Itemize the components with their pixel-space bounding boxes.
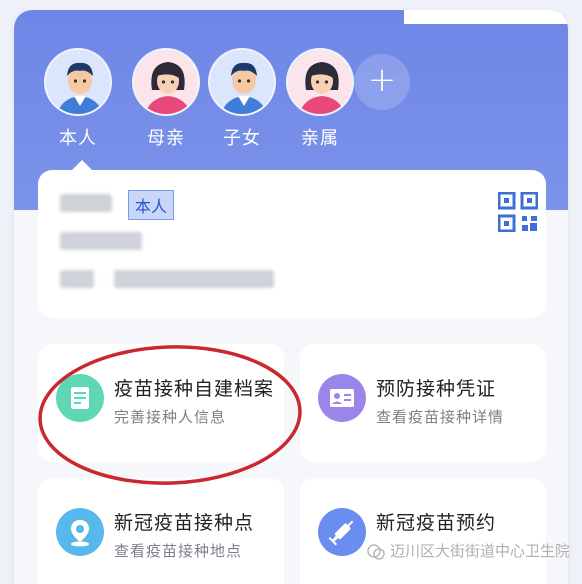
- member-label: 子女: [223, 128, 261, 149]
- member-selector: 本人 母亲 子女 亲属 +: [42, 48, 562, 158]
- member-mother[interactable]: 母亲: [130, 48, 202, 149]
- redacted-id: [60, 232, 142, 250]
- male-avatar-icon: [208, 48, 276, 116]
- member-info-card: 本人: [38, 170, 546, 318]
- tile-title: 新冠疫苗接种点: [114, 512, 255, 534]
- member-children[interactable]: 子女: [206, 48, 278, 149]
- qr-code-icon[interactable]: [498, 192, 538, 232]
- redacted-phone: [114, 270, 274, 288]
- header-cutout: [404, 10, 568, 24]
- highlight-circle-annotation: [38, 345, 302, 485]
- tile-covid-vaccine-appointment[interactable]: 新冠疫苗预约: [300, 478, 546, 584]
- syringe-icon: [318, 508, 366, 556]
- member-label: 本人: [59, 128, 97, 149]
- relation-tag: 本人: [128, 190, 175, 220]
- tile-vaccination-certificate[interactable]: 预防接种凭证 查看疫苗接种详情: [300, 344, 546, 462]
- id-card-icon: [318, 374, 366, 422]
- tile-subtitle: 查看疫苗接种详情: [376, 408, 505, 426]
- tile-covid-vaccination-site[interactable]: 新冠疫苗接种点 查看疫苗接种地点: [38, 478, 284, 584]
- male-avatar-icon: [44, 48, 112, 116]
- member-label: 亲属: [301, 128, 339, 149]
- vaccination-panel: 本人 母亲 子女 亲属 + 本人 疫苗接种自建档案 完善接种人信息 预防接种凭证…: [14, 10, 568, 584]
- tile-subtitle: 查看疫苗接种地点: [114, 542, 243, 560]
- watermark-text: 迈川区大街街道中心卫生院: [390, 542, 571, 560]
- wechat-watermark-icon: [367, 544, 385, 560]
- redacted-name: [60, 194, 112, 212]
- member-label: 母亲: [147, 128, 185, 149]
- female-avatar-icon: [286, 48, 354, 116]
- redacted-label: [60, 270, 94, 288]
- add-member-button[interactable]: +: [354, 54, 410, 110]
- member-relatives[interactable]: 亲属: [284, 48, 356, 149]
- female-avatar-icon: [132, 48, 200, 116]
- tile-title: 新冠疫苗预约: [376, 512, 497, 534]
- map-pin-icon: [56, 508, 104, 556]
- member-self[interactable]: 本人: [42, 48, 114, 149]
- tile-title: 预防接种凭证: [376, 378, 497, 400]
